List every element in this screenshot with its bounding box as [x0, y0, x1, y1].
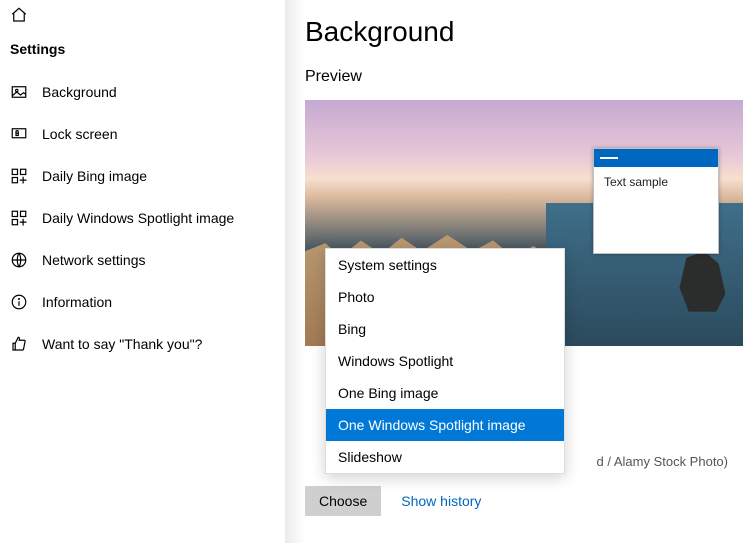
menu-item-slideshow[interactable]: Slideshow: [326, 441, 564, 473]
sidebar-item-label: Want to say "Thank you"?: [42, 336, 202, 352]
menu-item-bing[interactable]: Bing: [326, 313, 564, 345]
sidebar-item-label: Information: [42, 294, 112, 310]
menu-item-system-settings[interactable]: System settings: [326, 249, 564, 281]
menu-item-windows-spotlight[interactable]: Windows Spotlight: [326, 345, 564, 377]
grid-plus-icon: [10, 167, 28, 185]
show-history-link[interactable]: Show history: [401, 493, 481, 509]
sidebar-item-information[interactable]: Information: [0, 281, 285, 323]
sidebar-item-network[interactable]: Network settings: [0, 239, 285, 281]
choose-button[interactable]: Choose: [305, 486, 381, 516]
sidebar-item-background[interactable]: Background: [0, 71, 285, 113]
menu-item-one-bing-image[interactable]: One Bing image: [326, 377, 564, 409]
preview-text-sample-window: Text sample: [593, 148, 719, 254]
sidebar-item-thank-you[interactable]: Want to say "Thank you"?: [0, 323, 285, 365]
lock-screen-icon: [10, 125, 28, 143]
sidebar-item-label: Daily Windows Spotlight image: [42, 210, 234, 226]
preview-text-sample-label: Text sample: [594, 167, 718, 197]
sidebar-item-label: Lock screen: [42, 126, 117, 142]
sidebar-item-lock-screen[interactable]: Lock screen: [0, 113, 285, 155]
sidebar: Settings Background Lock screen: [0, 0, 285, 543]
picture-icon: [10, 83, 28, 101]
sidebar-item-daily-bing[interactable]: Daily Bing image: [0, 155, 285, 197]
preview-label: Preview: [305, 68, 750, 86]
grid-plus-icon: [10, 209, 28, 227]
sidebar-item-daily-spotlight[interactable]: Daily Windows Spotlight image: [0, 197, 285, 239]
sidebar-item-label: Background: [42, 84, 117, 100]
sidebar-title: Settings: [0, 37, 285, 71]
menu-item-one-windows-spotlight-image[interactable]: One Windows Spotlight image: [326, 409, 564, 441]
page-title: Background: [305, 16, 750, 48]
menu-item-photo[interactable]: Photo: [326, 281, 564, 313]
thumbs-up-icon: [10, 335, 28, 353]
image-credit: d / Alamy Stock Photo): [596, 454, 728, 469]
sidebar-item-label: Daily Bing image: [42, 168, 147, 184]
background-source-menu[interactable]: System settings Photo Bing Windows Spotl…: [325, 248, 565, 474]
info-icon: [10, 293, 28, 311]
sidebar-item-label: Network settings: [42, 252, 145, 268]
home-icon[interactable]: [10, 6, 28, 24]
globe-icon: [10, 251, 28, 269]
